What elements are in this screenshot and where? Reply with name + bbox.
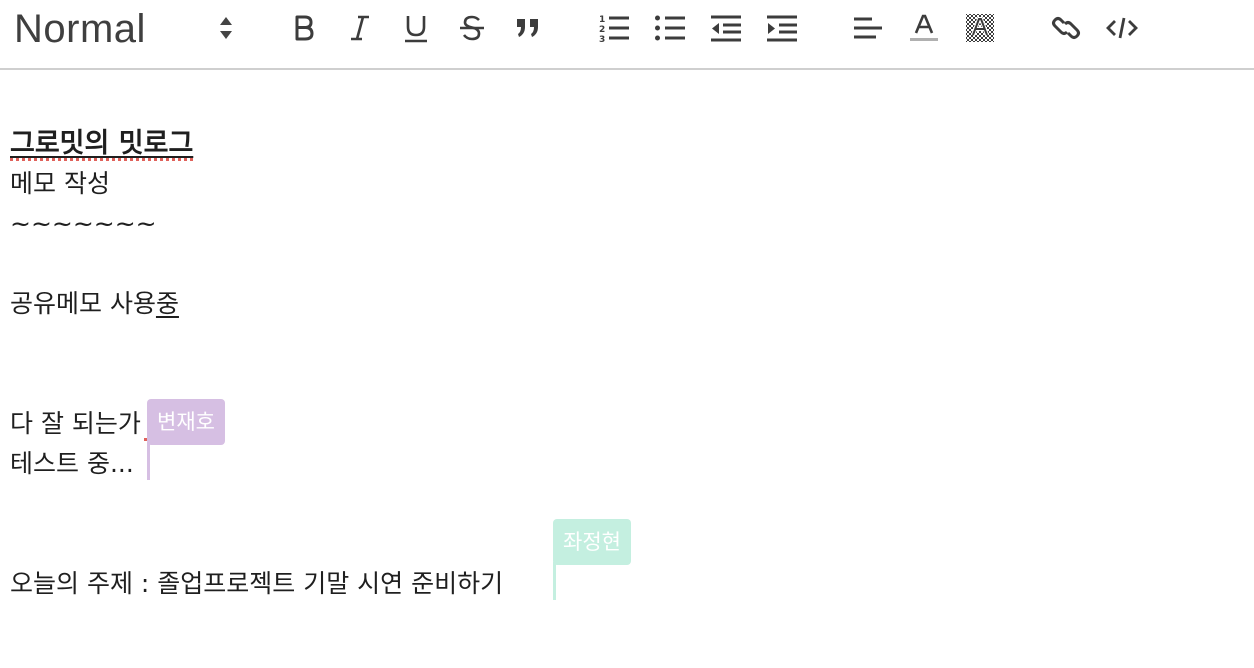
collaborator-caret-1	[147, 442, 150, 480]
tilde-line: ~~~~~~~	[10, 209, 157, 238]
svg-text:1: 1	[599, 15, 605, 25]
shared-memo-text: 공유메모 사용	[10, 289, 156, 318]
text-format-select[interactable]: Normal	[14, 6, 244, 51]
indent-icon	[767, 15, 797, 42]
document-heading: 그로밋의 밋로그	[10, 128, 194, 159]
text-format-value: Normal	[14, 7, 146, 51]
shared-memo-line: 공유메모 사용중	[10, 284, 179, 324]
select-arrows-icon	[220, 17, 232, 39]
outdent-icon	[711, 15, 741, 42]
strikethrough-button[interactable]	[452, 8, 492, 48]
strikethrough-icon	[460, 15, 484, 41]
test-line: 테스트 중...	[10, 449, 134, 478]
background-color-icon	[966, 14, 994, 42]
link-icon	[1052, 17, 1080, 39]
code-icon	[1106, 17, 1138, 39]
svg-text:3: 3	[599, 35, 605, 43]
shared-memo-underlined: 중	[155, 289, 179, 318]
text-color-button[interactable]	[904, 8, 944, 48]
memo-line: 메모 작성	[10, 169, 110, 198]
editor-content[interactable]: 그로밋의 밋로그 메모 작성 ~~~~~~~ 공유메모 사용중 다 잘 되는가ㅎ…	[10, 70, 1244, 668]
editor-toolbar: Normal 1 2 3	[0, 0, 1254, 70]
ordered-list-button[interactable]: 1 2 3	[594, 8, 634, 48]
bold-button[interactable]	[284, 8, 324, 48]
align-button[interactable]	[848, 8, 888, 48]
quote-icon	[517, 19, 538, 37]
text-color-icon	[910, 14, 938, 41]
bullet-list-button[interactable]	[650, 8, 690, 48]
ordered-list-icon: 1 2 3	[599, 15, 629, 43]
background-color-button[interactable]	[960, 8, 1000, 48]
collaborator-flag-2: 좌정현	[553, 519, 631, 565]
collaborator-caret-2	[553, 562, 556, 600]
check-text: 다 잘 되는가	[10, 409, 141, 438]
bold-icon	[295, 15, 314, 41]
bullet-list-icon	[655, 15, 685, 41]
indent-button[interactable]	[762, 8, 802, 48]
code-button[interactable]	[1102, 8, 1142, 48]
underline-button[interactable]	[396, 8, 436, 48]
svg-text:2: 2	[599, 25, 605, 35]
italic-icon	[351, 15, 369, 41]
align-left-icon	[854, 17, 882, 39]
topic-line: 오늘의 주제 : 졸업프로젝트 기말 시연 준비하기	[10, 569, 504, 598]
underline-icon	[405, 16, 427, 43]
blockquote-button[interactable]	[508, 8, 548, 48]
collaborator-flag-1: 변재호	[147, 399, 225, 445]
link-button[interactable]	[1046, 8, 1086, 48]
outdent-button[interactable]	[706, 8, 746, 48]
italic-button[interactable]	[340, 8, 380, 48]
